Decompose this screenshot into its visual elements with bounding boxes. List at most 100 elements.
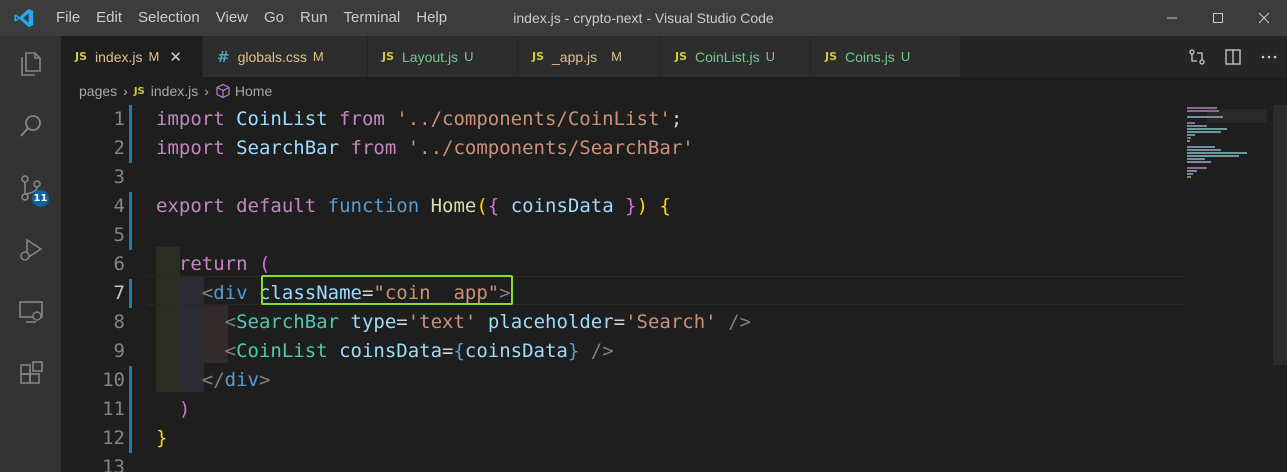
git-modified-marker	[129, 395, 132, 424]
close-icon	[1258, 12, 1270, 24]
remote-explorer-icon[interactable]	[0, 286, 61, 338]
minimap[interactable]	[1181, 105, 1287, 472]
chevron-right-icon: ›	[123, 83, 128, 99]
git-modified-marker	[129, 366, 132, 395]
breadcrumb-symbol[interactable]: Home	[215, 83, 272, 99]
git-modified-marker	[129, 192, 132, 221]
ellipsis-icon	[1261, 55, 1277, 58]
code-line: import SearchBar from '../components/Sea…	[156, 137, 694, 159]
line-number: 12	[102, 427, 125, 449]
explorer-icon[interactable]	[0, 38, 61, 90]
code-line: export default function Home({ coinsData…	[156, 195, 671, 217]
line-number: 13	[102, 456, 125, 472]
code-line: <CoinList coinsData={coinsData} />	[224, 340, 614, 362]
js-file-icon: JS	[382, 50, 395, 63]
tab-index-js[interactable]: JS index.js M ✕	[61, 36, 203, 77]
more-actions-button[interactable]	[1251, 36, 1287, 77]
split-editor-button[interactable]	[1215, 36, 1251, 77]
vertical-scrollbar[interactable]	[1273, 105, 1287, 472]
line-number: 4	[113, 195, 125, 217]
tab-status: M	[312, 49, 324, 64]
line-number: 9	[113, 340, 125, 362]
run-debug-icon[interactable]	[0, 224, 61, 276]
line-number: 1	[113, 108, 125, 130]
git-modified-marker	[129, 221, 132, 250]
method-icon	[216, 83, 230, 99]
highlight-annotation-box	[261, 275, 513, 305]
minimize-button[interactable]	[1149, 0, 1195, 36]
line-number: 10	[102, 369, 125, 391]
tab-layout-js[interactable]: JS Layout.js U	[368, 36, 518, 77]
js-file-icon: JS	[675, 50, 688, 63]
maximize-button[interactable]	[1195, 0, 1241, 36]
menu-bar: File Edit Selection View Go Run Terminal…	[48, 0, 455, 36]
tab-label: index.js	[95, 48, 143, 65]
menu-help[interactable]: Help	[408, 0, 455, 36]
tab-label: _app.js	[552, 48, 598, 65]
code-line: return (	[178, 253, 271, 275]
tab-label: CoinList.js	[695, 48, 760, 65]
chevron-right-icon: ›	[204, 83, 209, 99]
git-modified-marker	[129, 134, 132, 163]
line-number: 6	[113, 253, 125, 275]
js-file-icon: JS	[532, 50, 545, 63]
tab-status: M	[148, 49, 160, 64]
maximize-icon	[1213, 13, 1223, 23]
tab-app-js[interactable]: JS _app.js M	[518, 36, 661, 77]
tab-label: Coins.js	[845, 48, 895, 65]
split-editor-icon	[1225, 48, 1241, 65]
css-file-icon: #	[217, 47, 230, 66]
title-bar: File Edit Selection View Go Run Terminal…	[0, 0, 1287, 36]
tab-coinlist-js[interactable]: JS CoinList.js U	[661, 36, 811, 77]
menu-edit[interactable]: Edit	[88, 0, 130, 36]
open-changes-button[interactable]	[1179, 36, 1215, 77]
breadcrumb-symbol-label: Home	[234, 83, 273, 99]
breadcrumb-folder[interactable]: pages	[79, 83, 117, 99]
js-file-icon: JS	[825, 50, 838, 63]
js-file-icon: JS	[75, 50, 88, 63]
editor-actions	[1179, 36, 1287, 77]
tab-status: M	[611, 49, 623, 64]
code-line: <SearchBar type='text' placeholder='Sear…	[224, 311, 751, 333]
code-line: </div>	[201, 369, 271, 391]
git-modified-marker	[129, 424, 132, 453]
git-modified-marker	[129, 279, 132, 308]
tab-coins-js[interactable]: JS Coins.js U	[811, 36, 961, 77]
menu-run[interactable]: Run	[292, 0, 336, 36]
tab-label: Layout.js	[402, 48, 459, 65]
code-editor[interactable]: 1 2 3 4 5 6 7 8 9 10 11 12 13 import Coi…	[61, 105, 1287, 472]
tab-bar: JS index.js M ✕ # globals.css M JS Layou…	[61, 36, 1287, 77]
menu-go[interactable]: Go	[256, 0, 292, 36]
window-controls	[1149, 0, 1287, 36]
source-control-icon[interactable]: 11	[0, 162, 61, 214]
extensions-icon[interactable]	[0, 348, 61, 400]
search-icon[interactable]	[0, 100, 61, 152]
breadcrumb: pages › JS index.js › Home	[61, 77, 1287, 105]
breadcrumb-file-label: index.js	[150, 83, 199, 99]
line-number: 3	[113, 166, 125, 188]
code-line: )	[178, 398, 191, 420]
git-modified-marker	[129, 105, 132, 134]
tab-globals-css[interactable]: # globals.css M	[203, 36, 368, 77]
menu-selection[interactable]: Selection	[130, 0, 208, 36]
compare-changes-icon	[1189, 48, 1205, 65]
code-line: import CoinList from '../components/Coin…	[156, 108, 683, 130]
tab-status: U	[765, 49, 775, 64]
tab-label: globals.css	[237, 48, 307, 65]
line-number-current: 7	[113, 282, 125, 304]
tab-status: U	[900, 49, 911, 64]
menu-terminal[interactable]: Terminal	[336, 0, 409, 36]
minimize-icon	[1167, 17, 1177, 19]
tab-status: U	[464, 49, 474, 64]
scrollbar-thumb[interactable]	[1273, 105, 1287, 365]
breadcrumb-file[interactable]: JS index.js	[134, 83, 198, 99]
line-number: 5	[113, 224, 125, 246]
scm-badge: 11	[32, 190, 49, 207]
menu-file[interactable]: File	[48, 0, 88, 36]
line-number: 8	[113, 311, 125, 333]
close-button[interactable]	[1241, 0, 1287, 36]
close-icon[interactable]: ✕	[169, 48, 182, 66]
js-file-icon: JS	[133, 85, 145, 97]
activity-bar: 11	[0, 36, 61, 472]
menu-view[interactable]: View	[208, 0, 256, 36]
